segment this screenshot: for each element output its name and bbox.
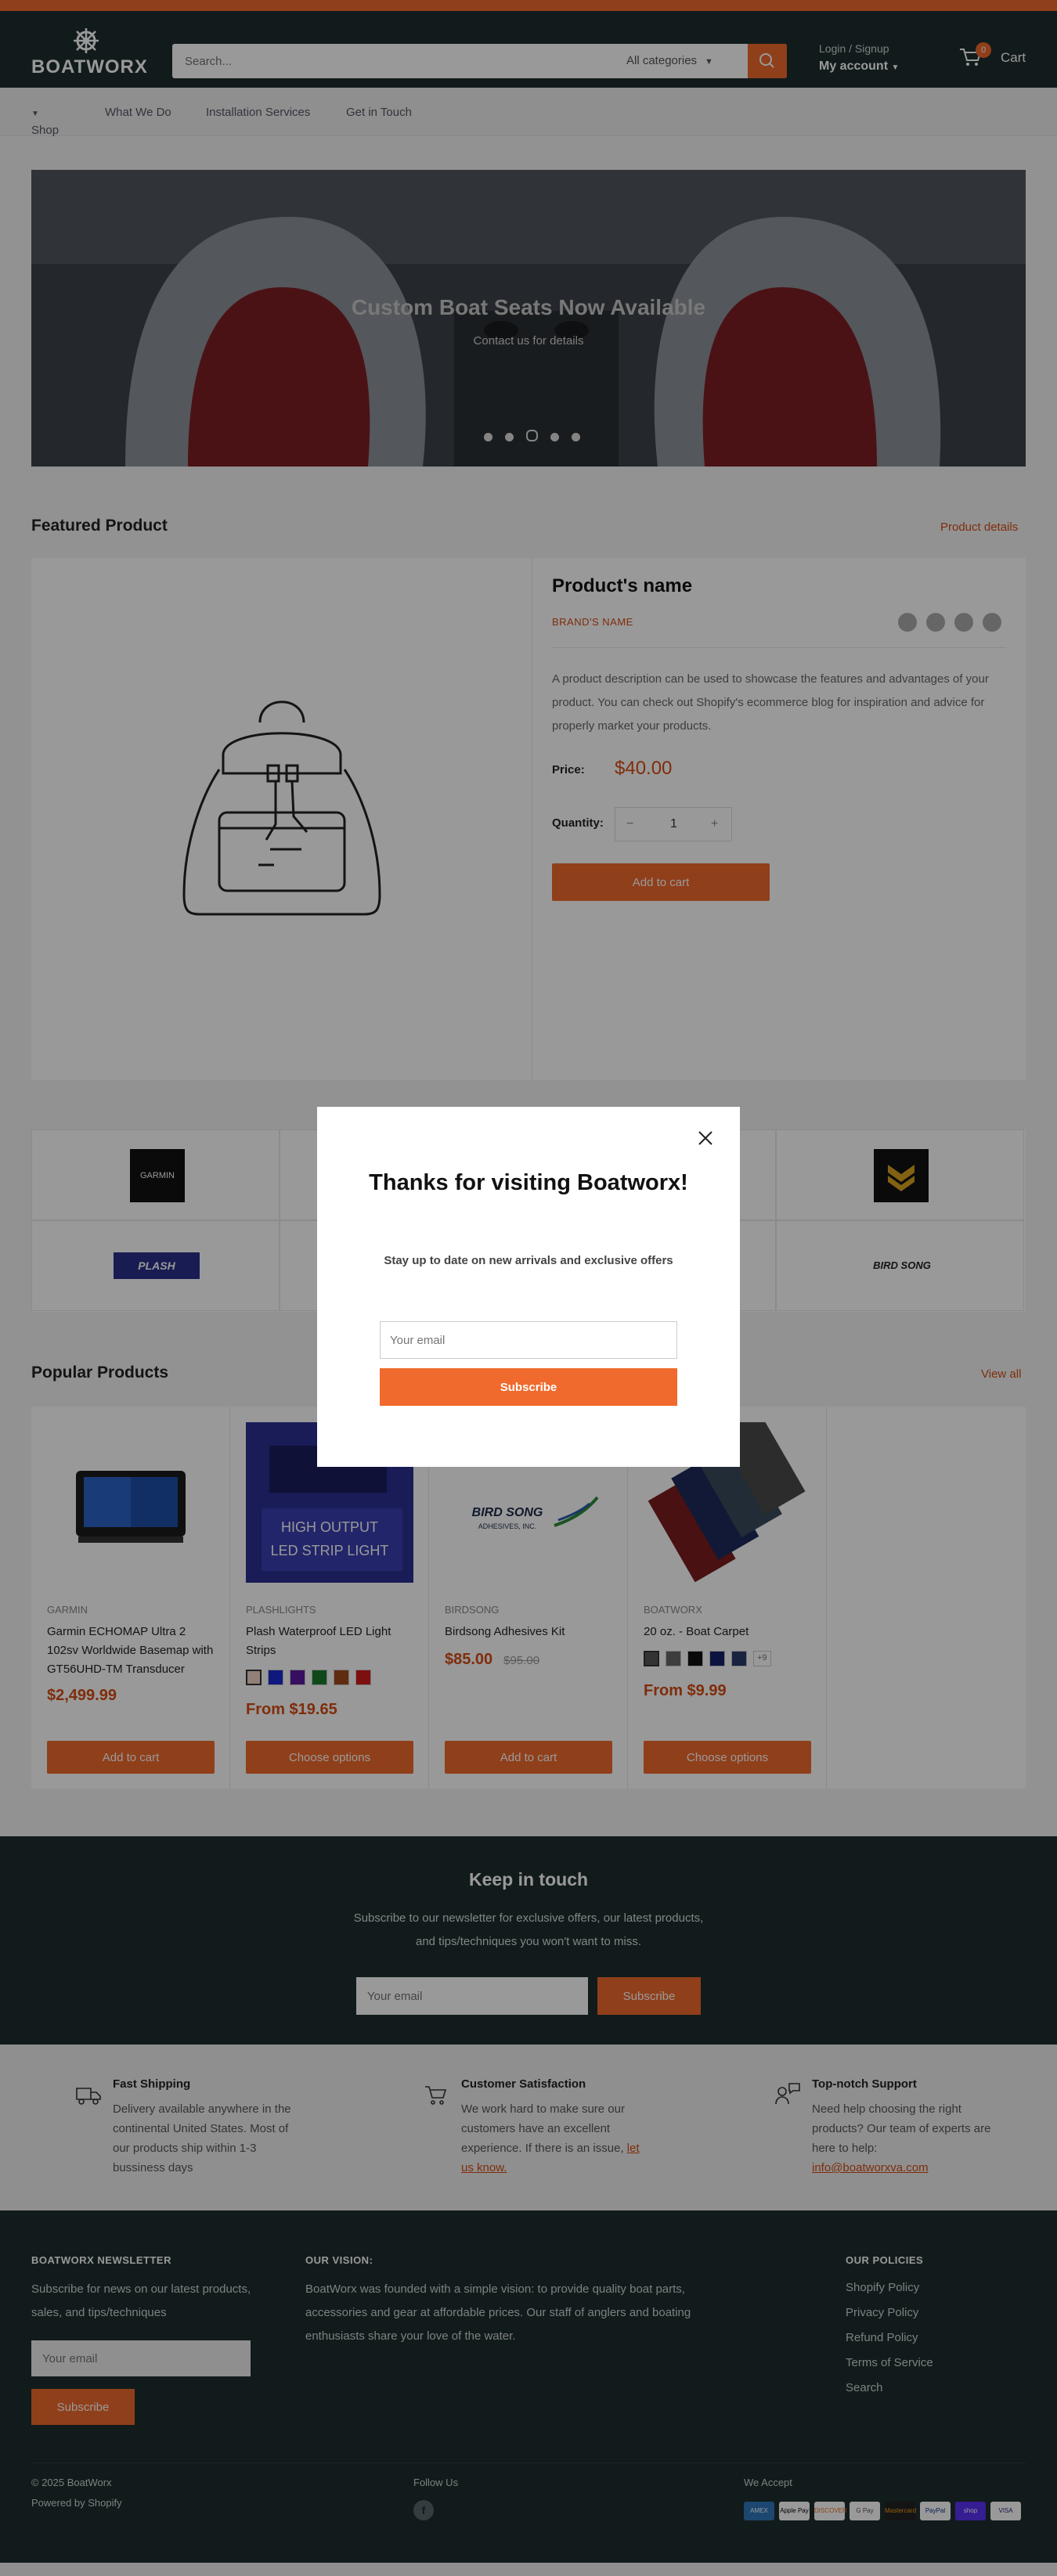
close-icon[interactable] [696, 1129, 715, 1147]
popup-email-field[interactable] [380, 1321, 677, 1359]
popup-subscribe-button[interactable]: Subscribe [380, 1368, 677, 1406]
newsletter-popup: Thanks for visiting Boatworx! Stay up to… [317, 1107, 740, 1467]
popup-text: Stay up to date on new arrivals and excl… [384, 1254, 673, 1267]
popup-title: Thanks for visiting Boatworx! [369, 1170, 688, 1195]
